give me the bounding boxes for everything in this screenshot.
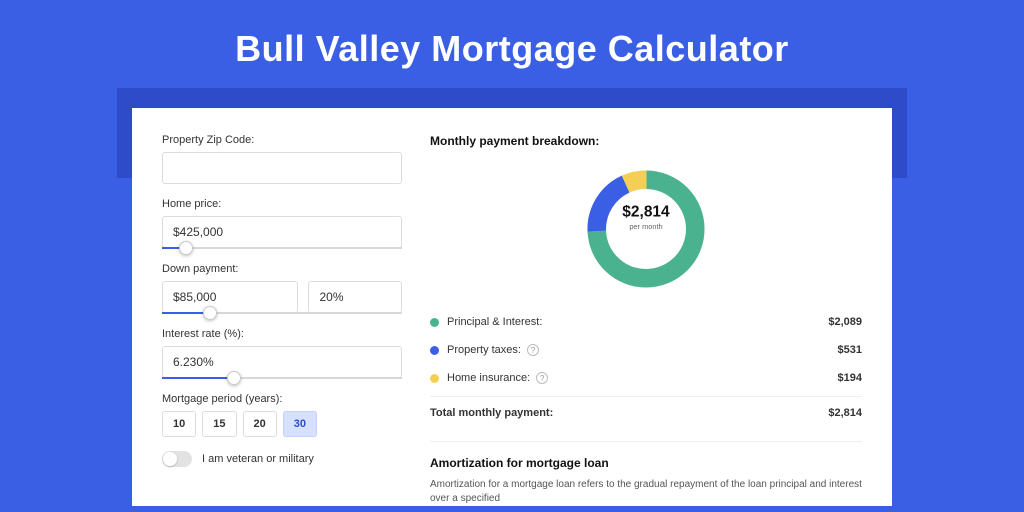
veteran-label: I am veteran or military — [202, 453, 314, 465]
veteran-toggle-knob — [163, 452, 177, 466]
interest-rate-slider-thumb[interactable] — [227, 371, 241, 385]
amortization-section: Amortization for mortgage loan Amortizat… — [430, 441, 862, 506]
breakdown-total-value: $2,814 — [828, 407, 862, 419]
breakdown-total-label: Total monthly payment: — [430, 407, 828, 419]
interest-rate-input[interactable] — [162, 346, 402, 378]
donut-svg: $2,814 per month — [581, 164, 711, 294]
home-price-label: Home price: — [162, 198, 402, 210]
veteran-toggle[interactable] — [162, 451, 192, 467]
donut-amount: $2,814 — [606, 204, 686, 223]
period-option-15[interactable]: 15 — [202, 411, 236, 437]
breakdown-label-principal: Principal & Interest: — [447, 316, 828, 328]
inputs-column: Property Zip Code: Home price: Down paym… — [162, 134, 402, 506]
down-payment-amount-input[interactable] — [162, 281, 298, 313]
zip-input[interactable] — [162, 152, 402, 184]
down-payment-slider-thumb[interactable] — [203, 306, 217, 320]
home-price-slider-thumb[interactable] — [179, 241, 193, 255]
period-options: 10 15 20 30 — [162, 411, 402, 437]
calculator-card: Property Zip Code: Home price: Down paym… — [132, 108, 892, 506]
zip-field-group: Property Zip Code: — [162, 134, 402, 184]
breakdown-value-principal: $2,089 — [828, 316, 862, 328]
breakdown-row-total: Total monthly payment: $2,814 — [430, 396, 862, 427]
breakdown-title: Monthly payment breakdown: — [430, 134, 862, 148]
info-icon[interactable]: ? — [527, 344, 539, 356]
period-option-10[interactable]: 10 — [162, 411, 196, 437]
breakdown-row-insurance: Home insurance: ? $194 — [430, 364, 862, 392]
veteran-row: I am veteran or military — [162, 451, 402, 467]
breakdown-column: Monthly payment breakdown: $2,814 per mo… — [430, 134, 862, 506]
dot-principal — [430, 318, 439, 327]
amortization-title: Amortization for mortgage loan — [430, 456, 862, 470]
down-payment-label: Down payment: — [162, 263, 402, 275]
period-option-30[interactable]: 30 — [283, 411, 317, 437]
down-payment-group: Down payment: — [162, 263, 402, 314]
info-icon[interactable]: ? — [536, 372, 548, 384]
down-payment-slider[interactable] — [162, 312, 402, 314]
donut-sub: per month — [606, 223, 686, 232]
page-title: Bull Valley Mortgage Calculator — [0, 0, 1024, 88]
dot-taxes — [430, 346, 439, 355]
interest-rate-slider-fill — [162, 377, 234, 379]
home-price-group: Home price: — [162, 198, 402, 249]
donut-chart: $2,814 per month — [430, 158, 862, 308]
home-price-slider[interactable] — [162, 247, 402, 249]
home-price-input[interactable] — [162, 216, 402, 248]
dot-insurance — [430, 374, 439, 383]
amortization-text: Amortization for a mortgage loan refers … — [430, 478, 862, 506]
breakdown-label-taxes: Property taxes: — [447, 344, 521, 356]
period-label: Mortgage period (years): — [162, 393, 402, 405]
breakdown-row-principal: Principal & Interest: $2,089 — [430, 308, 862, 336]
period-option-20[interactable]: 20 — [243, 411, 277, 437]
interest-rate-label: Interest rate (%): — [162, 328, 402, 340]
interest-rate-slider[interactable] — [162, 377, 402, 379]
breakdown-label-insurance: Home insurance: — [447, 372, 530, 384]
interest-rate-group: Interest rate (%): — [162, 328, 402, 379]
down-payment-percent-input[interactable] — [308, 281, 402, 313]
breakdown-row-taxes: Property taxes: ? $531 — [430, 336, 862, 364]
zip-label: Property Zip Code: — [162, 134, 402, 146]
breakdown-value-insurance: $194 — [838, 372, 862, 384]
period-group: Mortgage period (years): 10 15 20 30 — [162, 393, 402, 437]
breakdown-value-taxes: $531 — [838, 344, 862, 356]
